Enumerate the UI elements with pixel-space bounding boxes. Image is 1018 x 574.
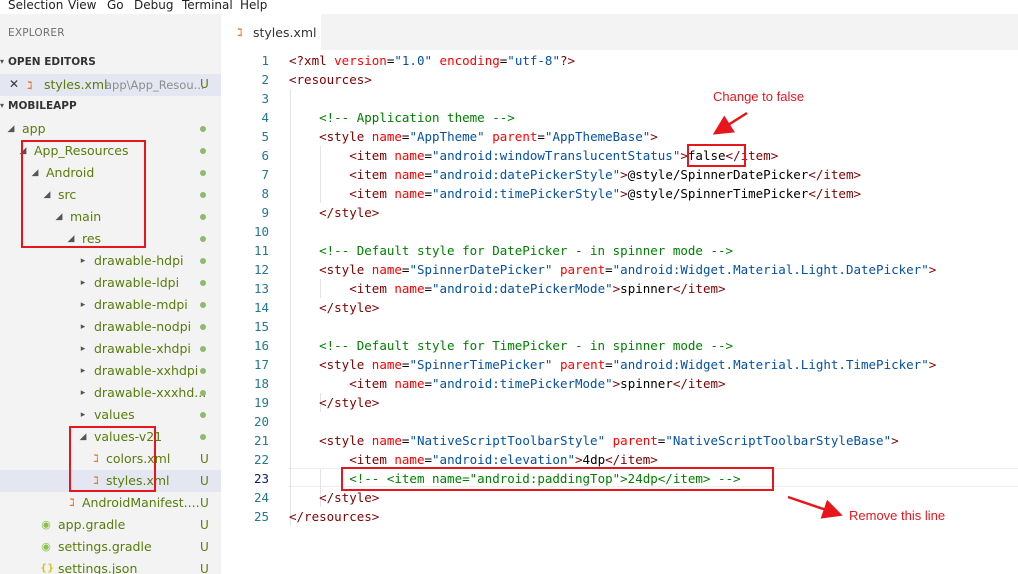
annotation-remove-this-line: Remove this line: [849, 508, 946, 523]
annotation-change-to-false: Change to false: [713, 89, 805, 104]
arrow-change-to-false: [712, 111, 748, 135]
annotation-arrows: [712, 111, 843, 519]
arrow-remove-line: [787, 495, 843, 519]
